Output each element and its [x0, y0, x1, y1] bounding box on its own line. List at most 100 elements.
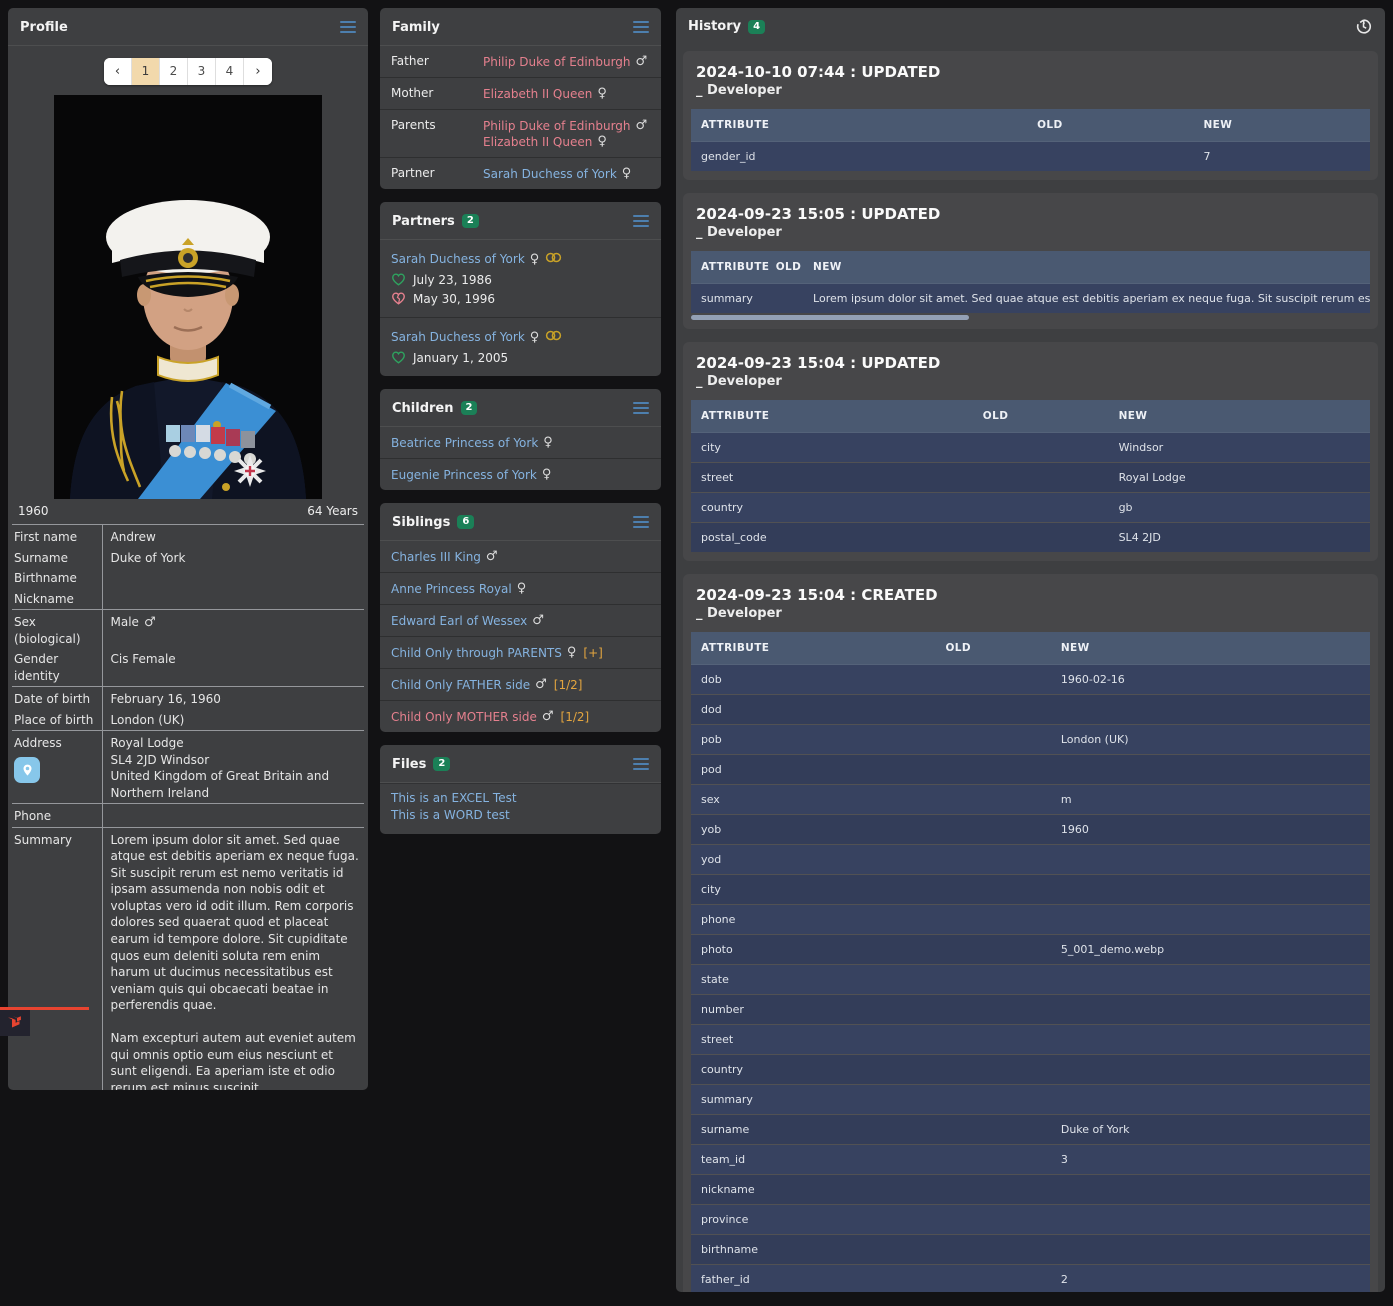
new-value-cell	[1051, 755, 1370, 785]
map-pin-icon	[21, 763, 34, 777]
field-value: Royal LodgeSL4 2JD WindsorUnited Kingdom…	[102, 731, 364, 804]
page-button-1[interactable]: 1	[132, 58, 160, 85]
person-link[interactable]: Eugenie Princess of York	[391, 468, 537, 482]
event-date: July 23, 1986	[413, 273, 492, 287]
female-icon: ♀	[597, 134, 607, 149]
female-icon: ♀	[542, 467, 552, 482]
female-icon: ♀	[543, 435, 553, 450]
page-button-3[interactable]: 3	[188, 58, 216, 85]
change-row: postal_codeSL4 2JD	[691, 523, 1370, 553]
old-value-cell	[935, 1265, 1050, 1293]
family-menu-icon[interactable]	[633, 18, 649, 36]
menu-icon[interactable]	[340, 18, 356, 36]
family-card: Family Father Philip Duke of Edinburgh♂ …	[380, 8, 661, 189]
field-value: February 16, 1960	[102, 687, 364, 710]
file-link[interactable]: This is a WORD test	[391, 807, 650, 824]
col-attribute: ATTRIBUTE	[691, 400, 973, 433]
partner-item: Sarah Duchess of York♀ January 1, 2005	[380, 317, 661, 376]
person-link[interactable]: Child Only through PARENTS	[391, 646, 562, 660]
field-label: Nickname	[12, 589, 102, 610]
changes-table: ATTRIBUTE OLD NEW gender_id7	[691, 109, 1370, 171]
new-value-cell: London (UK)	[1051, 725, 1370, 755]
old-value-cell	[935, 665, 1050, 695]
change-row: country	[691, 1055, 1370, 1085]
old-value-cell	[973, 523, 1109, 553]
male-icon: ♂	[486, 549, 498, 564]
field-label: Surname	[12, 548, 102, 569]
family-row: Parents Philip Duke of Edinburgh♂Elizabe…	[380, 109, 661, 157]
person-link[interactable]: Philip Duke of Edinburgh	[483, 119, 631, 133]
female-icon: ♀	[530, 252, 540, 267]
change-row: province	[691, 1205, 1370, 1235]
person-link[interactable]: Edward Earl of Wessex	[391, 614, 527, 628]
history-entry: 2024-09-23 15:05 : UPDATED _ Developer A…	[683, 193, 1378, 329]
person-link[interactable]: Sarah Duchess of York	[483, 167, 617, 181]
field-value: Andrew	[102, 525, 364, 548]
entry-timestamp: 2024-09-23 15:04 : UPDATED	[696, 354, 1370, 372]
siblings-menu-icon[interactable]	[633, 513, 649, 531]
field-value: London (UK)	[102, 710, 364, 731]
change-row: summaryLorem ipsum dolor sit amet. Sed q…	[691, 284, 1370, 314]
change-row: yod	[691, 845, 1370, 875]
old-value-cell	[935, 1145, 1050, 1175]
change-row: pod	[691, 755, 1370, 785]
files-menu-icon[interactable]	[633, 755, 649, 773]
next-page-button[interactable]: ›	[244, 58, 272, 85]
male-icon: ♂	[636, 54, 648, 69]
change-row: city	[691, 875, 1370, 905]
history-clock-icon[interactable]	[1354, 17, 1373, 36]
horizontal-scrollbar[interactable]	[691, 315, 1370, 320]
attribute-cell: country	[691, 493, 973, 523]
field-value: Duke of York	[102, 548, 364, 569]
attribute-cell: dod	[691, 695, 935, 725]
profile-photo[interactable]	[54, 95, 322, 499]
debugbar-toggle[interactable]	[0, 1007, 89, 1036]
new-value-cell	[1051, 905, 1370, 935]
person-link[interactable]: Elizabeth II Queen	[483, 135, 592, 149]
attribute-cell: gender_id	[691, 142, 1027, 172]
old-value-cell	[935, 1235, 1050, 1265]
attribute-cell: phone	[691, 905, 935, 935]
person-link[interactable]: Child Only FATHER side	[391, 678, 530, 692]
old-value-cell	[935, 845, 1050, 875]
person-link[interactable]: Beatrice Princess of York	[391, 436, 538, 450]
person-link[interactable]: Child Only MOTHER side	[391, 710, 537, 724]
change-row: photo5_001_demo.webp	[691, 935, 1370, 965]
page-button-2[interactable]: 2	[160, 58, 188, 85]
broken-heart-icon	[391, 291, 406, 306]
prev-page-button[interactable]: ‹	[104, 58, 132, 85]
person-row: Child Only MOTHER side ♂[1/2]	[380, 700, 661, 732]
map-pin-button[interactable]	[14, 757, 40, 783]
person-link[interactable]: Sarah Duchess of York	[391, 252, 525, 266]
entry-author: _ Developer	[696, 374, 1370, 389]
changes-table: ATTRIBUTE OLD NEW cityWindsorstreetRoyal…	[691, 400, 1370, 552]
file-link[interactable]: This is an EXCEL Test	[391, 790, 650, 807]
person-link[interactable]: Charles III King	[391, 550, 481, 564]
age-label: 64 Years	[307, 504, 358, 518]
files-title: Files	[392, 757, 426, 772]
attribute-cell: nickname	[691, 1175, 935, 1205]
person-row: Child Only through PARENTS ♀[+]	[380, 636, 661, 668]
profile-details-table: First nameAndrewSurnameDuke of YorkBirth…	[12, 524, 364, 1090]
person-link[interactable]: Anne Princess Royal	[391, 582, 512, 596]
old-value-cell	[935, 815, 1050, 845]
person-row: Beatrice Princess of York ♀	[380, 427, 661, 458]
new-value-cell	[1051, 1175, 1370, 1205]
page-button-4[interactable]: 4	[216, 58, 244, 85]
attribute-cell: state	[691, 965, 935, 995]
person-row: Charles III King ♂	[380, 541, 661, 572]
new-value-cell: Lorem ipsum dolor sit amet. Sed quae atq…	[803, 284, 1370, 314]
person-link[interactable]: Elizabeth II Queen	[483, 87, 592, 101]
children-menu-icon[interactable]	[633, 399, 649, 417]
heart-icon	[391, 272, 406, 287]
person-link[interactable]: Philip Duke of Edinburgh	[483, 55, 631, 69]
col-old: OLD	[1027, 109, 1193, 142]
col-old: OLD	[766, 251, 803, 284]
change-row: surnameDuke of York	[691, 1115, 1370, 1145]
relation-tag: [+]	[583, 646, 602, 660]
children-title: Children	[392, 401, 454, 416]
entry-author: _ Developer	[696, 83, 1370, 98]
new-value-cell: 7	[1193, 142, 1370, 172]
partners-menu-icon[interactable]	[633, 212, 649, 230]
person-link[interactable]: Sarah Duchess of York	[391, 330, 525, 344]
